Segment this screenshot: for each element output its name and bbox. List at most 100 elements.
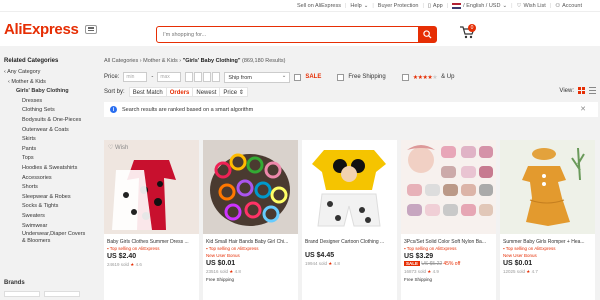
product-image[interactable] — [500, 140, 595, 234]
breadcrumb-all[interactable]: All Categories — [104, 58, 138, 64]
sidebar-item-underwear[interactable]: Underwear,Diaper Covers & Bloomers — [0, 231, 100, 247]
sidebar-item-accessories[interactable]: Accessories — [0, 174, 100, 184]
help-link[interactable]: Help ⌄ — [350, 3, 368, 9]
heart-icon: ♡ — [516, 2, 522, 9]
sidebar-item-hoodies[interactable]: Hoodies & Sweatshirts — [0, 164, 100, 174]
product-image[interactable] — [104, 140, 199, 234]
wishlist-link[interactable]: ♡ Wish List — [517, 3, 546, 9]
app-link[interactable]: ▯ App — [428, 3, 443, 9]
sidebar-item-swimwear[interactable]: Swimwear — [0, 222, 100, 232]
new-user-bonus-tag: New User Bonus — [503, 253, 537, 258]
discount-percent: 45% off — [443, 261, 461, 267]
product-sold: 12025 sold ★ 4.7 — [503, 269, 538, 274]
account-link[interactable]: ⚇ Account — [555, 3, 582, 9]
price-max-input[interactable]: max — [157, 72, 182, 82]
new-user-bonus-tag: New User Bonus — [206, 253, 240, 258]
us-flag-icon — [452, 2, 462, 9]
categories-menu-button[interactable] — [84, 24, 97, 34]
sort-price[interactable]: Price ⇕ — [219, 87, 248, 97]
free-shipping-tag: Free Shipping — [404, 277, 433, 282]
product-card[interactable]: 3Pcs/Set Solid Color Soft Nylon Ba... ▪ … — [401, 140, 496, 300]
search-box — [156, 26, 437, 43]
rating-label: & Up — [441, 74, 455, 80]
sidebar-item-skirts[interactable]: Skirts — [0, 135, 100, 145]
sort-best-match[interactable]: Best Match — [128, 87, 167, 97]
breadcrumb-parent[interactable]: Mother & Kids — [143, 58, 178, 64]
product-title[interactable]: Baby Girls Clothes Summer Dress ... — [104, 236, 199, 245]
view-label: View: — [559, 87, 574, 94]
search-button[interactable] — [418, 27, 436, 42]
info-icon: i — [110, 106, 117, 113]
close-icon[interactable]: ✕ — [580, 105, 586, 113]
product-sold: 16873 sold ★ 4.9 — [404, 269, 439, 274]
grid-view-icon[interactable] — [578, 87, 585, 94]
sidebar-item-clothing-sets[interactable]: Clothing Sets — [0, 106, 100, 116]
product-card[interactable]: ♡ Wish Baby Girls Clothes Summer Dress .… — [104, 140, 199, 300]
product-title[interactable]: Summer Baby Girls Romper + Hea... — [500, 236, 595, 245]
view-switcher: View: — [559, 87, 596, 94]
wishlist-heart-icon[interactable]: ♡ Wish — [108, 144, 128, 151]
search-icon — [422, 30, 432, 39]
ship-from-select[interactable]: Ship from — [224, 71, 291, 83]
sale-label: SALE — [305, 74, 322, 80]
sort-newest[interactable]: Newest — [192, 87, 221, 97]
sale-badge: SALE — [404, 261, 421, 266]
sidebar-item-sweaters[interactable]: Sweaters — [0, 212, 100, 222]
top-bar: Sell on AliExpress | Help ⌄ | Buyer Protec… — [0, 0, 600, 12]
product-price: US $0.01 — [503, 260, 533, 267]
sort-orders[interactable]: Orders — [165, 87, 194, 97]
product-title[interactable]: Brand Designer Cartoon Clothing ... — [302, 236, 397, 245]
sidebar-current-category: Girls' Baby Clothing — [16, 88, 69, 95]
buyer-protection-link[interactable]: Buyer Protection — [378, 3, 419, 9]
top-selling-tag: ▪ Top selling on AliExpress — [107, 246, 160, 251]
sell-link[interactable]: Sell on AliExpress — [297, 3, 341, 9]
sidebar-any-category[interactable]: ‹ Any Category — [0, 68, 100, 78]
sidebar: Related Categories ‹ Any Category ‹ Moth… — [0, 58, 100, 247]
sidebar-item-tops[interactable]: Tops — [0, 154, 100, 164]
result-count: (869,180 Results) — [242, 58, 286, 64]
product-title[interactable]: 3Pcs/Set Solid Color Soft Nylon Ba... — [401, 236, 496, 245]
product-card[interactable]: Brand Designer Cartoon Clothing ... US $… — [302, 140, 397, 300]
sidebar-item-outerwear[interactable]: Outerwear & Coats — [0, 126, 100, 136]
rating-checkbox[interactable] — [401, 73, 409, 81]
sidebar-item-shorts[interactable]: Shorts — [0, 183, 100, 193]
filter-row: Price: min - max Ship from SALE Free Shi… — [104, 70, 598, 84]
product-grid: ♡ Wish Baby Girls Clothes Summer Dress .… — [104, 140, 595, 300]
sort-row: Sort by: Best Match Orders Newest Price … — [104, 86, 598, 98]
sidebar-item-sleepwear[interactable]: Sleepwear & Robes — [0, 193, 100, 203]
search-input[interactable] — [157, 27, 418, 42]
product-image[interactable] — [401, 140, 496, 234]
brand-chip[interactable] — [44, 291, 80, 297]
product-discount: SALE US $5.22 45% off — [401, 261, 496, 268]
product-image[interactable] — [203, 140, 298, 234]
product-price: US $2.40 — [107, 253, 137, 260]
product-sold: 23516 sold ★ 4.8 — [206, 269, 241, 274]
brand-chips — [4, 291, 80, 297]
price-min-input[interactable]: min — [123, 72, 148, 82]
sidebar-item-bodysuits[interactable]: Bodysuits & One-Pieces — [0, 116, 100, 126]
product-price: US $3.29 — [404, 253, 434, 260]
top-selling-tag: ▪ Top selling on AliExpress — [206, 246, 259, 251]
product-card[interactable]: Kid Small Hair Bands Baby Girl Chi... ▪ … — [203, 140, 298, 300]
product-card[interactable]: Summer Baby Girls Romper + Hea... ▪ Top … — [500, 140, 595, 300]
sale-checkbox[interactable] — [294, 73, 302, 81]
product-price: US $0.01 — [206, 260, 236, 267]
price-range-presets[interactable] — [185, 72, 221, 82]
free-shipping-label: Free Shipping — [348, 74, 386, 80]
product-image[interactable] — [302, 140, 397, 234]
sidebar-item-dresses[interactable]: Dresses — [0, 97, 100, 107]
sidebar-item-pants[interactable]: Pants — [0, 145, 100, 155]
sidebar-parent-category[interactable]: ‹ Mother & Kids — [0, 78, 100, 88]
product-sold: 24619 sold ★ 4.6 — [107, 262, 142, 267]
price-label: Price: — [104, 74, 120, 80]
aliexpress-logo[interactable]: AliExpress — [4, 21, 79, 38]
breadcrumb-current: "Girls' Baby Clothing" — [182, 58, 241, 64]
sidebar-item-socks[interactable]: Socks & Tights — [0, 202, 100, 212]
product-title[interactable]: Kid Small Hair Bands Baby Girl Chi... — [203, 236, 298, 245]
free-shipping-checkbox[interactable] — [337, 73, 345, 81]
locale-selector[interactable]: / English / USD ⌄ — [452, 2, 507, 9]
brand-chip[interactable] — [4, 291, 40, 297]
algorithm-notice: i Search results are ranked based on a s… — [104, 102, 598, 117]
list-view-icon[interactable] — [589, 87, 596, 94]
user-icon: ⚇ — [555, 2, 561, 9]
